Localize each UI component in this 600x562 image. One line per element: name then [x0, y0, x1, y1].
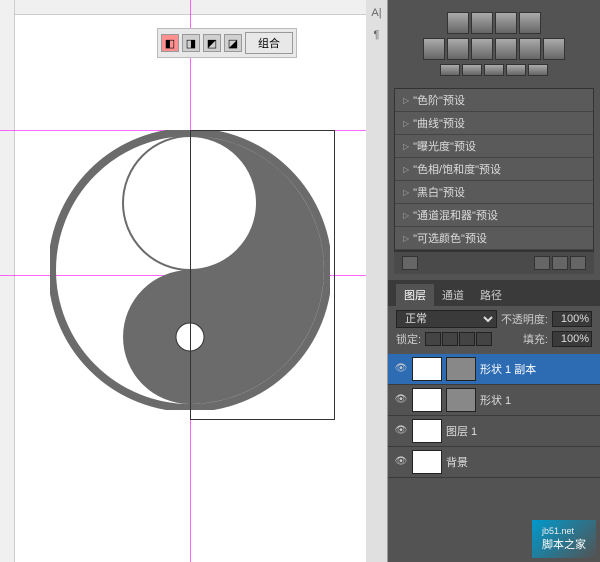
ruler-horizontal [0, 0, 388, 15]
lock-transparent-icon[interactable] [425, 332, 441, 346]
panel-tabs: 图层通道路径 [388, 280, 600, 306]
tab-0[interactable]: 图层 [396, 284, 434, 306]
reset-icon[interactable] [402, 256, 418, 270]
fill-input[interactable] [552, 331, 592, 347]
combine-button[interactable]: 组合 [245, 32, 293, 54]
layer-row[interactable]: 👁 形状 1 [388, 385, 600, 416]
brightness-icon[interactable] [447, 12, 469, 34]
exposure-icon[interactable] [519, 12, 541, 34]
delete-icon[interactable] [570, 256, 586, 270]
layer-row[interactable]: 👁 图层 1 [388, 416, 600, 447]
curves-icon[interactable] [495, 12, 517, 34]
threshold-icon[interactable] [484, 64, 504, 76]
hue-sat-icon[interactable] [447, 38, 469, 60]
selection-rectangle[interactable] [190, 130, 335, 420]
layer-thumb[interactable] [412, 450, 442, 474]
layer-name: 背景 [446, 454, 594, 470]
opacity-label: 不透明度: [501, 311, 548, 327]
visibility-eye-icon[interactable]: 👁 [394, 394, 408, 406]
color-balance-icon[interactable] [471, 38, 493, 60]
path-mode-subtract-icon[interactable]: ◨ [182, 34, 200, 52]
lock-pixels-icon[interactable] [442, 332, 458, 346]
adjustments-icons [388, 0, 600, 88]
preset-item[interactable]: "通道混和器"预设 [395, 204, 593, 227]
lock-all-icon[interactable] [476, 332, 492, 346]
tab-1[interactable]: 通道 [434, 284, 472, 306]
path-mode-add-icon[interactable]: ◧ [161, 34, 179, 52]
mask-thumb[interactable] [446, 357, 476, 381]
lock-label: 锁定: [396, 331, 421, 347]
photo-filter-icon[interactable] [519, 38, 541, 60]
layer-thumb[interactable] [412, 419, 442, 443]
posterize-icon[interactable] [462, 64, 482, 76]
path-mode-intersect-icon[interactable]: ◩ [203, 34, 221, 52]
path-mode-exclude-icon[interactable]: ◪ [224, 34, 242, 52]
visibility-eye-icon[interactable]: 👁 [394, 363, 408, 375]
invert-icon[interactable] [440, 64, 460, 76]
visibility-eye-icon[interactable]: 👁 [394, 425, 408, 437]
layer-controls: 正常 不透明度: 锁定: 填充: [388, 306, 600, 354]
watermark: jb51.net 脚本之家 [532, 520, 596, 558]
blend-mode-select[interactable]: 正常 [396, 310, 497, 328]
adjustments-footer [394, 251, 594, 274]
preset-item[interactable]: "色相/饱和度"预设 [395, 158, 593, 181]
preset-item[interactable]: "黑白"预设 [395, 181, 593, 204]
levels-icon[interactable] [471, 12, 493, 34]
vibrance-icon[interactable] [423, 38, 445, 60]
path-toolbar: ◧ ◨ ◩ ◪ 组合 [157, 28, 297, 58]
presets-list: "色阶"预设"曲线"预设"曝光度"预设"色相/饱和度"预设"黑白"预设"通道混和… [394, 88, 594, 251]
selective-color-icon[interactable] [528, 64, 548, 76]
layer-name: 形状 1 副本 [480, 361, 594, 377]
mask-thumb[interactable] [446, 388, 476, 412]
layer-thumb[interactable] [412, 388, 442, 412]
fill-label: 填充: [523, 331, 548, 347]
paragraph-panel-icon[interactable]: ¶ [368, 26, 386, 44]
ruler-vertical [0, 0, 15, 562]
right-panel: A| ¶ "色阶"预设"曲线"预设"曝光度"预设"色相/饱和度"预设"黑白"预设… [388, 0, 600, 562]
opacity-input[interactable] [552, 311, 592, 327]
bw-icon[interactable] [495, 38, 517, 60]
preset-item[interactable]: "曲线"预设 [395, 112, 593, 135]
layer-row[interactable]: 👁 背景 [388, 447, 600, 478]
clip-icon[interactable] [534, 256, 550, 270]
character-panel-icon[interactable]: A| [368, 4, 386, 22]
preset-item[interactable]: "可选颜色"预设 [395, 227, 593, 250]
preset-item[interactable]: "曝光度"预设 [395, 135, 593, 158]
view-icon[interactable] [552, 256, 568, 270]
channel-mixer-icon[interactable] [543, 38, 565, 60]
gradient-map-icon[interactable] [506, 64, 526, 76]
layers-list: 👁 形状 1 副本 👁 形状 1 👁 图层 1 👁 背景 [388, 354, 600, 478]
canvas-area[interactable]: ◧ ◨ ◩ ◪ 组合 [0, 0, 388, 562]
preset-item[interactable]: "色阶"预设 [395, 89, 593, 112]
layer-thumb[interactable] [412, 357, 442, 381]
lock-position-icon[interactable] [459, 332, 475, 346]
collapsed-panel-strip[interactable]: A| ¶ [366, 0, 388, 562]
layer-row[interactable]: 👁 形状 1 副本 [388, 354, 600, 385]
visibility-eye-icon[interactable]: 👁 [394, 456, 408, 468]
tab-2[interactable]: 路径 [472, 284, 510, 306]
layer-name: 形状 1 [480, 392, 594, 408]
layer-name: 图层 1 [446, 423, 594, 439]
